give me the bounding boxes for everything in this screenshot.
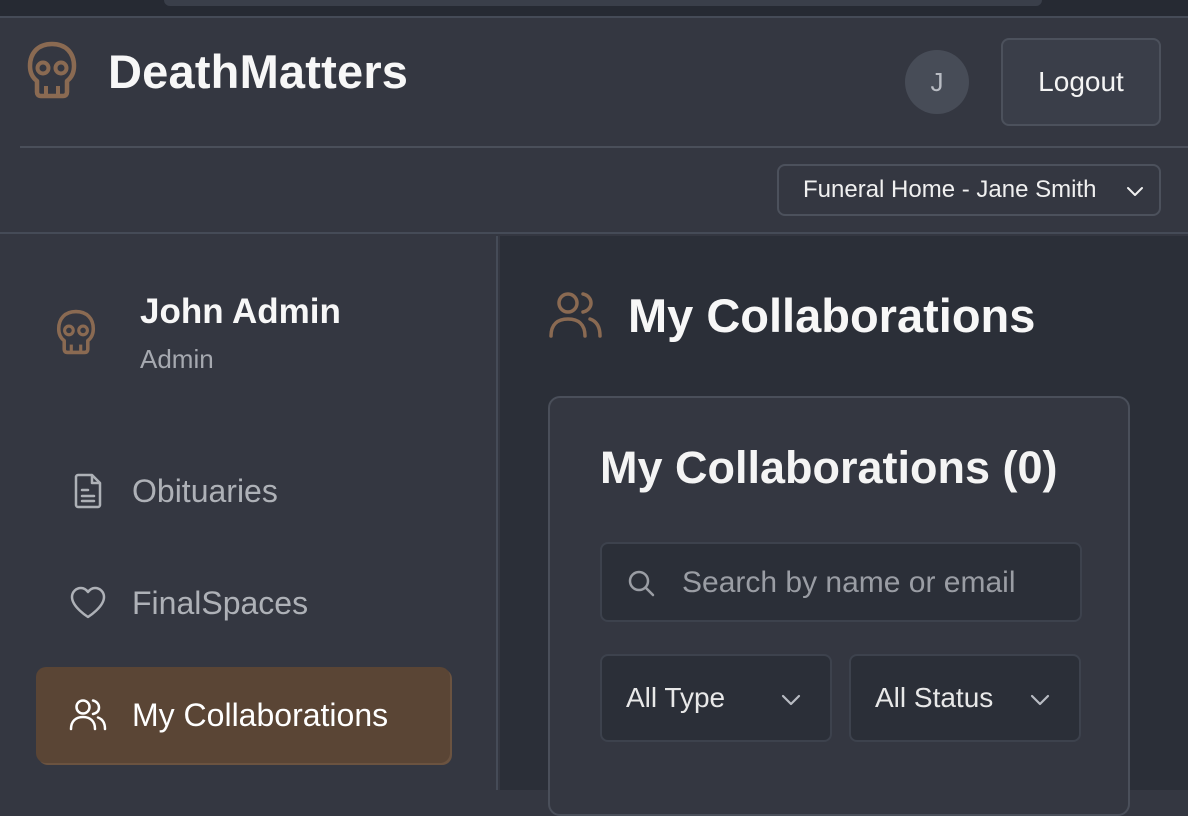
document-icon — [74, 473, 102, 509]
card-title: My Collaborations (0) — [600, 442, 1058, 493]
search-icon — [628, 570, 655, 597]
sidebar: John Admin Admin Obituaries FinalSpaces … — [0, 236, 498, 790]
chevron-down-icon — [1127, 187, 1143, 196]
skull-icon — [56, 309, 96, 355]
collaborations-card: My Collaborations (0) All Type All Statu… — [548, 396, 1130, 816]
funeral-home-select[interactable]: Funeral Home - Jane Smith — [777, 164, 1161, 216]
skull-icon — [27, 41, 77, 99]
sidebar-item-obituaries[interactable]: Obituaries — [36, 443, 450, 539]
chevron-down-icon — [1030, 694, 1050, 706]
funeral-home-select-value: Funeral Home - Jane Smith — [803, 176, 1097, 203]
app-header: DeathMatters J Logout Funeral Home - Jan… — [0, 18, 1188, 234]
type-filter-value: All Type — [626, 682, 726, 713]
sidebar-item-label: FinalSpaces — [132, 584, 309, 621]
browser-top-strip — [0, 0, 1188, 18]
main-content: My Collaborations My Collaborations (0) … — [500, 236, 1188, 816]
users-icon — [549, 292, 602, 338]
sidebar-item-label: Obituaries — [132, 472, 278, 509]
page-title: My Collaborations — [628, 289, 1036, 342]
logout-button[interactable]: Logout — [1001, 38, 1161, 126]
brand-title: DeathMatters — [108, 45, 409, 98]
chevron-down-icon — [781, 694, 801, 706]
address-bar-edge — [164, 0, 1042, 6]
sidebar-item-my-collaborations[interactable]: My Collaborations — [36, 667, 450, 763]
users-icon — [69, 699, 107, 731]
sidebar-item-finalspaces[interactable]: FinalSpaces — [36, 555, 450, 651]
status-filter-value: All Status — [875, 682, 994, 713]
user-role: Admin — [140, 344, 214, 374]
avatar-initial: J — [930, 66, 944, 97]
status-filter-select[interactable]: All Status — [849, 654, 1081, 742]
heart-icon — [70, 586, 106, 619]
sidebar-item-label: My Collaborations — [132, 696, 389, 733]
user-name: John Admin — [140, 292, 341, 331]
type-filter-select[interactable]: All Type — [600, 654, 832, 742]
avatar[interactable]: J — [905, 50, 969, 114]
search-box[interactable] — [600, 542, 1082, 622]
header-divider — [20, 146, 1188, 148]
search-input[interactable] — [682, 560, 1072, 606]
